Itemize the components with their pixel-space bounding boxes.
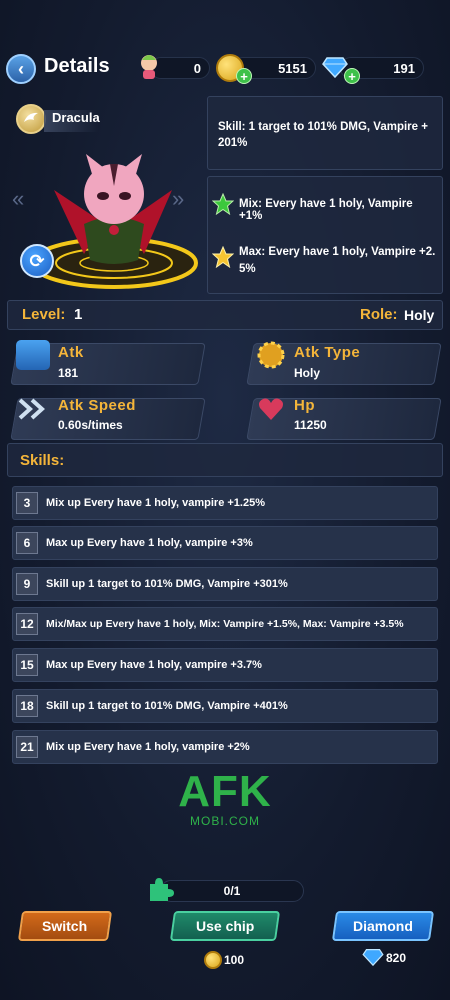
atk-speed-value: 0.60s/times (58, 418, 123, 432)
page-title: Details (44, 55, 110, 77)
skill-row: 9 Skill up 1 target to 101% DMG, Vampire … (12, 567, 438, 601)
skill-level: 9 (16, 573, 38, 595)
level-label: Level: (22, 306, 66, 323)
skill-text: Max up Every have 1 holy, vampire +3% (46, 537, 253, 549)
gear-fist-icon (257, 341, 285, 369)
skill-text: Mix up Every have 1 holy, vampire +1.25% (46, 497, 265, 509)
max-description: Max: Every have 1 holy, Vampire +2. 5% (239, 246, 436, 275)
speed-chevron-icon (18, 398, 45, 420)
skill-text: Mix up Every have 1 holy, vampire +2% (46, 741, 250, 753)
skill-level: 3 (16, 492, 38, 514)
skill-text: Max up Every have 1 holy, vampire +3.7% (46, 659, 262, 671)
diamond-cost: 820 (386, 951, 407, 965)
skill-row: 12 Mix/Max up Every have 1 holy, Mix: Vam… (12, 607, 438, 641)
green-star-icon (212, 193, 234, 215)
hp-value: 11250 (294, 418, 327, 432)
skill-text: Skill up 1 target to 101% DMG, Vampire +… (46, 578, 288, 590)
use-chip-cost: 100 (224, 953, 245, 967)
skill-row: 3 Mix up Every have 1 holy, vampire +1.25… (12, 486, 438, 520)
skill-row: 18 Skill up 1 target to 101% DMG, Vampire… (12, 689, 438, 723)
skill-level: 18 (16, 695, 38, 717)
skill-level: 12 (16, 613, 38, 635)
role-value: Holy (404, 307, 435, 323)
chip-progress-bar: 0/1 (160, 880, 304, 902)
skill-level: 21 (16, 736, 38, 758)
skill-row: 6 Max up Every have 1 holy, vampire +3% (12, 526, 438, 560)
hero-name: Dracula (52, 110, 100, 125)
holy-role-icon (16, 104, 46, 134)
atk-speed-label: Atk Speed (58, 397, 136, 414)
refresh-icon[interactable]: ⟳ (20, 244, 54, 278)
skill-text: Mix/Max up Every have 1 holy, Mix: Vampi… (46, 618, 404, 630)
role-label: Role: (360, 306, 398, 323)
use-chip-button[interactable]: Use chip (169, 911, 281, 941)
atk-label: Atk (58, 344, 84, 361)
skill-row: 21 Mix up Every have 1 holy, vampire +2% (12, 730, 438, 764)
add-gold-button[interactable]: + (236, 68, 252, 84)
gold-coin-icon (204, 951, 222, 969)
atk-type-value: Holy (294, 366, 321, 380)
skill-description: Skill: 1 target to 101% DMG, Vampire + 2… (207, 96, 443, 170)
chevron-left-icon: ‹ (18, 58, 24, 79)
hero-token-icon (141, 55, 157, 79)
diamond-icon (362, 949, 384, 966)
skill-text: Skill up 1 target to 101% DMG, Vampire +… (46, 700, 288, 712)
level-value: 1 (74, 306, 83, 323)
watermark-logo: AFK MOBI.COM (178, 767, 272, 829)
prev-hero-arrow-icon[interactable]: « (12, 186, 24, 212)
skill-level: 15 (16, 654, 38, 676)
atk-type-label: Atk Type (294, 344, 361, 361)
next-hero-arrow-icon[interactable]: » (172, 186, 184, 212)
skills-header: Skills: (20, 452, 65, 469)
puzzle-chip-icon (150, 878, 174, 901)
switch-button[interactable]: Switch (17, 911, 113, 941)
skills-header-bar (7, 443, 443, 477)
gold-star-icon (212, 246, 234, 268)
muscle-arm-icon (16, 340, 50, 370)
hp-label: Hp (294, 397, 315, 414)
skill-row: 15 Max up Every have 1 holy, vampire +3.7… (12, 648, 438, 682)
back-button[interactable]: ‹ (6, 54, 36, 84)
heart-icon (259, 398, 283, 420)
add-diamond-button[interactable]: + (344, 68, 360, 84)
mix-description: Mix: Every have 1 holy, Vampire +1% (239, 198, 413, 222)
diamond-button[interactable]: Diamond (331, 911, 435, 941)
skill-level: 6 (16, 532, 38, 554)
atk-value: 181 (58, 366, 79, 380)
hero-portrait (30, 154, 198, 289)
